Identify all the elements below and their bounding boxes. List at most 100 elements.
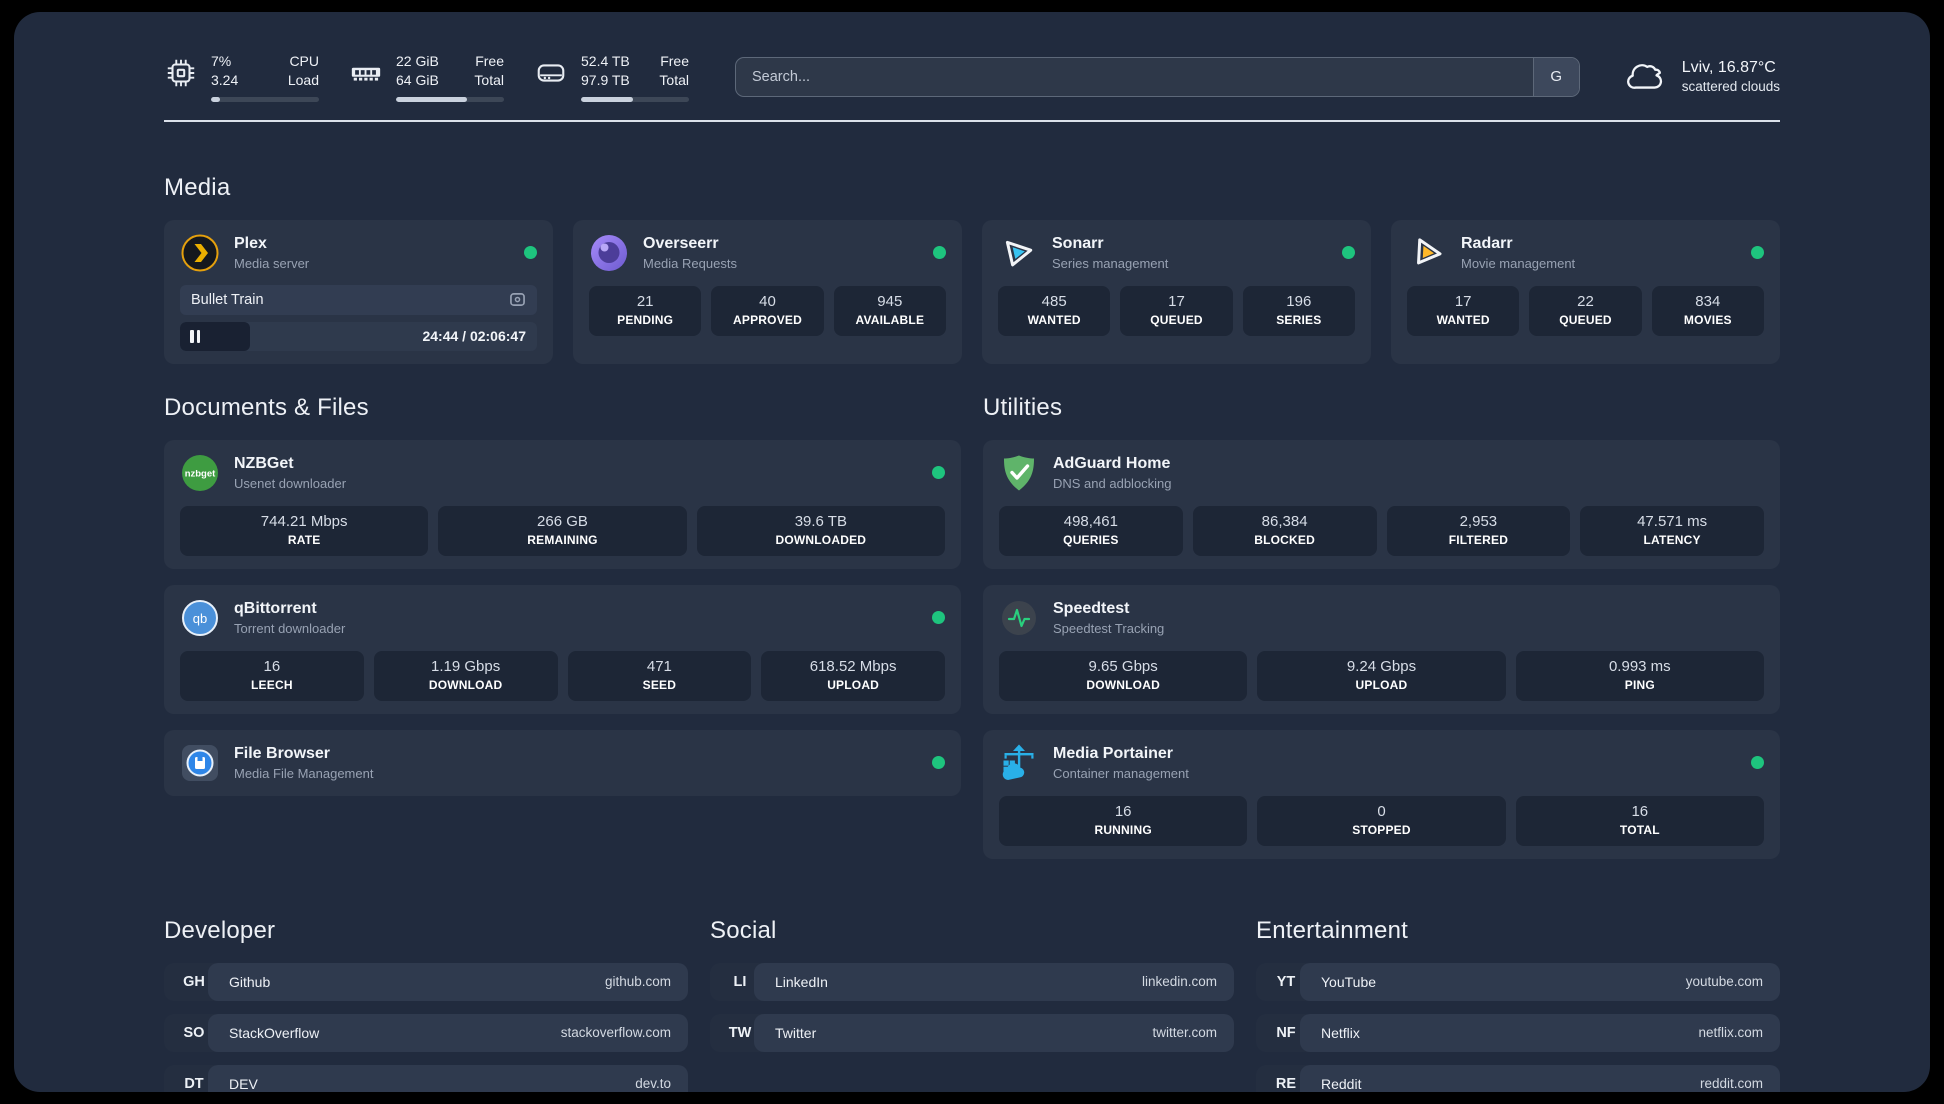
stat-movies: 834 MOVIES [1651,285,1764,336]
stat-leech: 16 LEECH [180,650,364,701]
section-title-social: Social [710,916,777,944]
plex-icon [181,234,219,272]
card-adguard[interactable]: AdGuard Home DNS and adblocking 498,461 … [983,439,1780,569]
card-qbittorrent[interactable]: qb qBittorrent Torrent downloader 16 LEE… [164,584,961,714]
link-github: GH Github github.com [164,962,688,1001]
stat-downloaded: 39.6 TB DOWNLOADED [696,505,945,556]
memory-total-label: Total [474,71,504,88]
stat-upload: 9.24 Gbps UPLOAD [1257,650,1506,701]
card-speedtest[interactable]: Speedtest Speedtest Tracking 9.65 Gbps D… [983,584,1780,714]
status-dot [932,756,945,770]
section-media: Media Plex Media server Bullet Train 24:… [164,174,1780,364]
stat-queued: 17 QUEUED [1120,285,1233,336]
card-radarr[interactable]: Radarr Movie management 17 WANTED 22 QUE… [1391,219,1780,364]
service-name: AdGuard Home [1053,454,1171,472]
card-filebrowser[interactable]: File Browser Media File Management [164,729,961,796]
link-item[interactable]: StackOverflow stackoverflow.com [208,1013,688,1052]
top-bar: 7% 3.24 CPU Load 22 GiB 64 GiB Free Tota… [164,52,1780,102]
system-stat-disk: 52.4 TB 97.9 TB Free Total [534,52,689,102]
speedtest-icon [1002,600,1036,635]
link-item[interactable]: Reddit reddit.com [1300,1064,1780,1092]
qbittorrent-icon: qb [182,599,218,636]
stat-filtered: 2,953 FILTERED [1386,505,1571,556]
search-engine-button[interactable]: G [1532,57,1579,96]
link-netflix: NF Netflix netflix.com [1256,1013,1780,1052]
link-item[interactable]: Twitter twitter.com [754,1013,1234,1052]
link-item[interactable]: Github github.com [208,962,688,1001]
link-stackoverflow: SO StackOverflow stackoverflow.com [164,1013,688,1052]
service-description: DNS and adblocking [1053,475,1172,491]
cpu-load-label: Load [287,71,319,88]
status-dot [933,246,946,260]
stat-running: 16 RUNNING [999,795,1248,846]
service-name: Speedtest [1053,599,1130,617]
link-item[interactable]: DEV dev.to [208,1064,688,1092]
pause-icon[interactable] [190,329,200,343]
adguard-icon [1004,455,1034,491]
stat-queued: 22 QUEUED [1529,285,1642,336]
stat-rate: 744.21 Mbps RATE [180,505,429,556]
search-bar: G [735,56,1580,97]
overseerr-icon [591,234,627,271]
session-screen-icon [510,293,525,307]
service-description: Usenet downloader [234,475,347,491]
cloud-icon [1626,64,1662,89]
playback-time: 24:44 / 02:06:47 [422,327,526,344]
status-dot [1751,756,1764,770]
section-social: Social LI LinkedIn linkedin.com TW Twitt… [710,917,1234,1092]
cpu-label: CPU [289,53,319,69]
card-nzbget[interactable]: nzbget NZBGet Usenet downloader 744.21 M… [164,439,961,569]
stat-upload: 618.52 Mbps UPLOAD [761,650,945,701]
sonarr-icon [1005,240,1033,267]
link-reddit: RE Reddit reddit.com [1256,1064,1780,1092]
stat-total: 16 TOTAL [1515,795,1764,846]
service-description: Media File Management [234,765,374,781]
memory-free-label: Free [475,53,504,69]
memory-free-value: 22 GiB [396,53,439,69]
system-stats: 7% 3.24 CPU Load 22 GiB 64 GiB Free Tota… [164,52,689,102]
stat-ping: 0.993 ms PING [1515,650,1764,701]
status-dot [524,246,537,260]
disk-free-label: Free [660,53,689,69]
memory-progress-bar [396,96,504,102]
section-title-entertainment: Entertainment [1256,916,1409,944]
card-portainer[interactable]: Media Portainer Container management 16 … [983,729,1780,859]
service-description: Media Requests [643,255,737,271]
dashboard-panel: 7% 3.24 CPU Load 22 GiB 64 GiB Free Tota… [14,12,1930,1092]
header-divider [164,119,1780,122]
stat-download: 1.19 Gbps DOWNLOAD [373,650,558,701]
stat-wanted: 17 WANTED [1407,285,1520,336]
link-item[interactable]: Netflix netflix.com [1300,1013,1780,1052]
section-title-media: Media [164,173,231,201]
service-name: Sonarr [1052,234,1104,252]
card-sonarr[interactable]: Sonarr Series management 485 WANTED 17 Q… [982,219,1371,364]
service-name: NZBGet [234,454,294,472]
svg-text:nzbget: nzbget [185,468,216,479]
status-dot [1342,246,1355,260]
service-description: Speedtest Tracking [1053,620,1165,636]
weather-condition: scattered clouds [1681,79,1780,95]
cpu-load-value: 3.24 [211,71,239,88]
now-playing-row: Bullet Train [180,284,537,315]
service-description: Movie management [1461,255,1576,271]
disk-total-label: Total [659,71,689,88]
service-name: File Browser [234,744,331,762]
search-input[interactable] [735,56,1580,97]
card-overseerr[interactable]: Overseerr Media Requests 21 PENDING 40 A… [573,219,962,364]
service-description: Container management [1053,765,1189,781]
stat-series: 196 SERIES [1242,285,1355,336]
weather-widget[interactable]: Lviv, 16.87°C scattered clouds [1624,59,1780,95]
ram-icon [351,67,381,81]
link-item[interactable]: LinkedIn linkedin.com [754,962,1234,1001]
service-name: qBittorrent [234,599,317,617]
link-twitter: TW Twitter twitter.com [710,1013,1234,1052]
service-description: Torrent downloader [234,620,346,636]
stat-seed: 471 SEED [567,650,752,701]
disk-progress-bar [581,96,689,102]
link-item[interactable]: YouTube youtube.com [1300,962,1780,1001]
section-title-documents: Documents & Files [164,393,369,421]
service-name: Media Portainer [1053,744,1174,762]
svg-text:qb: qb [193,611,207,626]
card-plex[interactable]: Plex Media server Bullet Train 24:44 / 0 [164,219,553,364]
portainer-icon [1002,744,1034,780]
